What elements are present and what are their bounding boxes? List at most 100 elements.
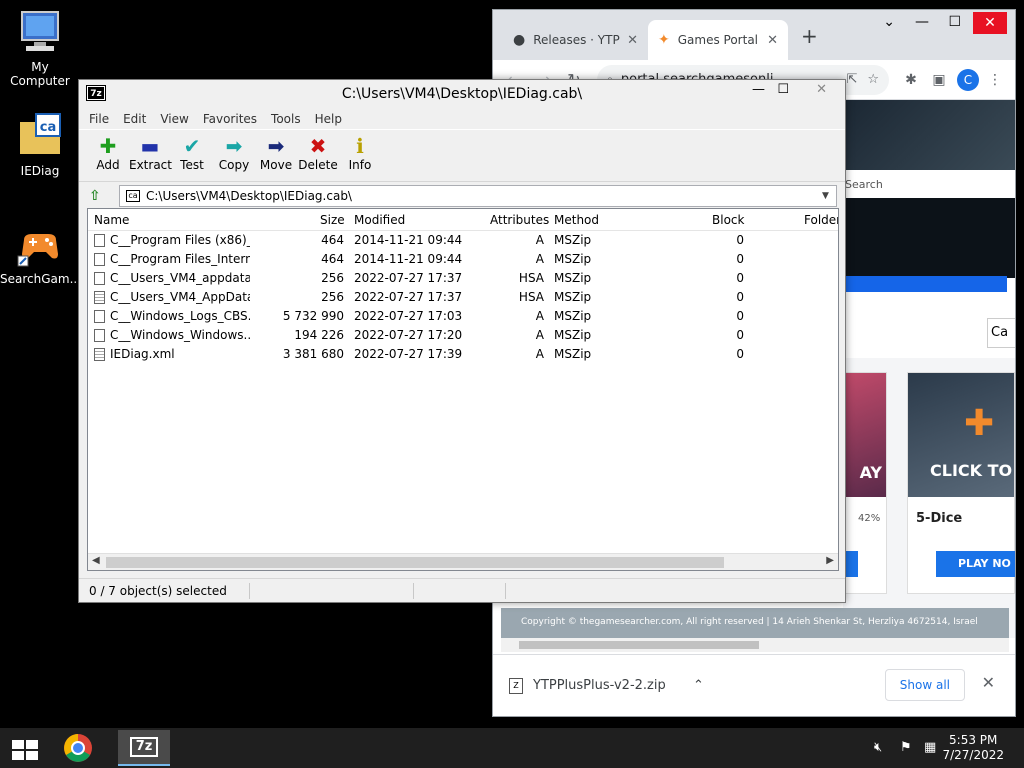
- desktop-icon-searchgames[interactable]: SearchGam...: [0, 220, 81, 286]
- start-button[interactable]: [10, 738, 40, 760]
- table-row[interactable]: C__Users_VM4_AppData... 256 2022-07-27 17:…: [88, 288, 838, 307]
- new-tab-button[interactable]: +: [801, 24, 818, 48]
- cell-method: MSZip: [554, 252, 592, 266]
- table-row[interactable]: C__Windows_Logs_CBS... 5 732 990 2022-07-2…: [88, 307, 838, 326]
- folder-up-icon[interactable]: ⇧: [89, 188, 109, 204]
- delete-button[interactable]: ✖ Delete: [297, 134, 339, 172]
- scroll-right-icon[interactable]: ▶: [826, 555, 834, 566]
- gamepad-icon: ✦: [658, 32, 670, 48]
- avatar[interactable]: C: [957, 68, 979, 91]
- column-size[interactable]: Size: [320, 213, 345, 227]
- column-attributes[interactable]: Attributes: [490, 213, 549, 227]
- table-row[interactable]: IEDiag.xml 3 381 680 2022-07-27 17:39 A MSZi…: [88, 345, 838, 364]
- menu-icon[interactable]: ⋮: [983, 72, 1007, 88]
- windows-logo-icon: [26, 751, 38, 760]
- game-card-left[interactable]: AY 42%: [843, 372, 887, 594]
- chevron-down-icon[interactable]: ▼: [822, 191, 836, 201]
- system-clock[interactable]: 5:53 PM 7/27/2022: [942, 733, 1004, 763]
- cell-method: MSZip: [554, 290, 592, 304]
- extract-button[interactable]: ▬ Extract: [129, 134, 172, 172]
- desktop-icon-my-computer[interactable]: My Computer: [0, 8, 80, 88]
- info-button[interactable]: ℹ Info: [339, 134, 381, 172]
- gamepad-icon: ✚: [964, 403, 995, 444]
- chevron-up-icon[interactable]: ⌃: [693, 678, 704, 693]
- close-button[interactable]: ✕: [973, 12, 1007, 34]
- maximize-button[interactable]: ☐: [777, 82, 789, 97]
- file-icon: [94, 310, 105, 323]
- list-horizontal-scrollbar[interactable]: ◀ ▶: [88, 553, 838, 570]
- chevron-down-icon[interactable]: ⌄: [883, 14, 895, 30]
- show-all-button[interactable]: Show all: [884, 669, 965, 701]
- scroll-left-icon[interactable]: ◀: [92, 555, 100, 566]
- menu-help[interactable]: Help: [315, 112, 342, 126]
- column-modified[interactable]: Modified: [354, 213, 405, 227]
- percent-label: 42%: [858, 513, 881, 524]
- taskbar-chrome[interactable]: [52, 730, 104, 766]
- address-combobox[interactable]: ca C:\Users\VM4\Desktop\IEDiag.cab\ ▼: [119, 185, 837, 207]
- play-now-button[interactable]: PLAY NO: [936, 551, 1015, 577]
- test-button[interactable]: ✔ Test: [171, 134, 213, 172]
- scroll-thumb[interactable]: [519, 641, 759, 649]
- clock-date: 7/27/2022: [942, 748, 1004, 762]
- cell-method: MSZip: [554, 328, 592, 342]
- maximize-button[interactable]: ☐: [948, 14, 961, 30]
- menu-edit[interactable]: Edit: [123, 112, 146, 126]
- menu-tools[interactable]: Tools: [271, 112, 301, 126]
- cell-attributes: A: [535, 309, 544, 323]
- scroll-thumb[interactable]: [106, 557, 724, 568]
- menu-file[interactable]: File: [89, 112, 109, 126]
- desktop-icon-iediag[interactable]: ca IEDiag: [0, 112, 80, 178]
- test-label: Test: [180, 158, 204, 172]
- copy-icon: ➡: [225, 134, 243, 158]
- sevenzip-window: 7z C:\Users\VM4\Desktop\IEDiag.cab\ — ☐ …: [78, 79, 846, 603]
- table-row[interactable]: C__Windows_Windows... 194 226 2022-07-27 1…: [88, 326, 838, 345]
- cell-name: C__Windows_Logs_CBS...: [110, 309, 250, 323]
- network-icon[interactable]: ▦: [924, 740, 936, 755]
- cab-archive-icon: ca: [126, 190, 140, 202]
- table-row[interactable]: C__Program Files_Intern... 464 2014-11-21 …: [88, 250, 838, 269]
- category-dropdown[interactable]: Ca: [987, 318, 1015, 348]
- share-icon[interactable]: ⇱: [846, 72, 857, 87]
- play-button-left[interactable]: [844, 551, 858, 577]
- cell-modified: 2014-11-21 09:44: [354, 233, 463, 247]
- search-label: Search: [845, 178, 883, 191]
- move-button[interactable]: ➡ Move: [255, 134, 297, 172]
- close-button[interactable]: ✕: [816, 82, 827, 97]
- table-row[interactable]: C__Program Files (x86)_I... 464 2014-11-21…: [88, 231, 838, 250]
- page-horizontal-scrollbar[interactable]: [501, 638, 1009, 652]
- tab-releases[interactable]: ● Releases · YTP ✕: [503, 20, 648, 60]
- list-rows: C__Program Files (x86)_I... 464 2014-11-21…: [88, 231, 838, 364]
- column-folder[interactable]: Folder: [804, 213, 838, 227]
- star-icon[interactable]: ☆: [867, 72, 879, 87]
- tab-close-icon[interactable]: ✕: [767, 33, 778, 48]
- tab-games-portal[interactable]: ✦ Games Portal ✕: [648, 20, 788, 60]
- flag-icon[interactable]: ⚑: [900, 740, 912, 755]
- chrome-tabstrip: ● Releases · YTP ✕ ✦ Games Portal ✕ + ⌄ …: [493, 10, 1015, 60]
- card-text: AY: [859, 463, 882, 482]
- taskbar-7zip[interactable]: 7z: [118, 730, 170, 766]
- volume-muted-icon[interactable]: 🔇︎: [874, 740, 882, 755]
- sidepanel-icon[interactable]: ▣: [927, 72, 951, 88]
- minimize-button[interactable]: —: [915, 14, 929, 30]
- column-name[interactable]: Name: [94, 213, 129, 227]
- file-icon: [94, 234, 105, 247]
- table-row[interactable]: C__Users_VM4_appdata... 256 2022-07-27 17:…: [88, 269, 838, 288]
- tab-close-icon[interactable]: ✕: [627, 33, 638, 48]
- close-icon[interactable]: ✕: [982, 673, 995, 692]
- file-icon: [94, 348, 105, 361]
- copy-button[interactable]: ➡ Copy: [213, 134, 255, 172]
- download-filename[interactable]: YTPPlusPlus-v2-2.zip: [533, 678, 693, 693]
- hero-banner: [843, 100, 1015, 170]
- menu-favorites[interactable]: Favorites: [203, 112, 257, 126]
- game-card-5dice[interactable]: CLICK TO ✚ 5-Dice PLAY NO: [907, 372, 1015, 594]
- windows-logo-icon: [12, 751, 24, 760]
- menu-view[interactable]: View: [160, 112, 188, 126]
- column-block[interactable]: Block: [712, 213, 744, 227]
- extensions-icon[interactable]: ✱: [899, 72, 923, 88]
- add-button[interactable]: ✚ Add: [87, 134, 129, 172]
- cell-attributes: HSA: [518, 290, 544, 304]
- minimize-button[interactable]: —: [752, 82, 765, 97]
- column-method[interactable]: Method: [554, 213, 599, 227]
- sevenzip-titlebar[interactable]: 7z C:\Users\VM4\Desktop\IEDiag.cab\ — ☐ …: [79, 80, 845, 108]
- test-icon: ✔: [183, 134, 201, 158]
